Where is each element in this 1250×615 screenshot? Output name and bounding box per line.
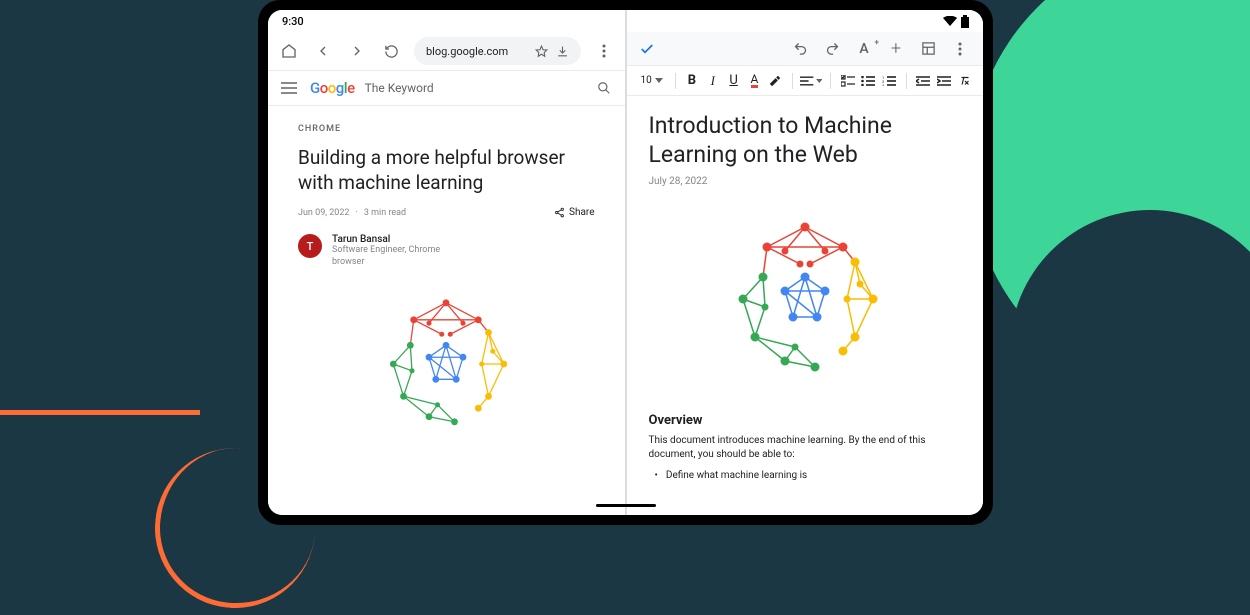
svg-text:3: 3 <box>882 83 884 86</box>
article-headline: Building a more helpful browser with mac… <box>298 146 595 195</box>
doc-bullet-1-text: Define what machine learning is <box>666 470 807 481</box>
checklist-icon[interactable] <box>839 70 856 92</box>
doc-date: July 28, 2022 <box>649 176 962 187</box>
align-icon[interactable] <box>800 70 822 92</box>
check-icon[interactable] <box>639 41 655 57</box>
more-icon[interactable] <box>593 40 615 62</box>
wifi-icon <box>943 16 957 26</box>
status-bar-right <box>627 10 984 32</box>
clear-format-icon[interactable] <box>956 70 973 92</box>
article-meta: Jun 09, 2022 · 3 min read Share <box>298 207 595 218</box>
layout-icon[interactable] <box>917 38 939 60</box>
author-row: T Tarun Bansal Software Engineer, Chrome… <box>298 234 595 268</box>
site-title: The Keyword <box>365 81 583 95</box>
chrome-pane: 9:30 blog.google.com <box>268 10 625 515</box>
google-logo: Google <box>310 79 355 97</box>
chrome-nav-bar: blog.google.com <box>268 32 625 70</box>
doc-hero-graphic <box>649 199 962 399</box>
more-icon[interactable] <box>949 38 971 60</box>
outdent-icon[interactable] <box>914 70 931 92</box>
menu-icon[interactable] <box>278 77 300 99</box>
undo-icon[interactable] <box>789 38 811 60</box>
share-button[interactable]: Share <box>554 207 594 218</box>
article-date: Jun 09, 2022 <box>298 208 349 218</box>
highlight-icon[interactable] <box>767 70 784 92</box>
avatar: T <box>298 234 322 258</box>
battery-icon <box>961 15 969 28</box>
status-time: 9:30 <box>282 15 304 28</box>
doc-title: Introduction to Machine Learning on the … <box>649 112 962 170</box>
italic-icon[interactable]: I <box>704 70 721 92</box>
article: CHROME Building a more helpful browser w… <box>268 106 625 449</box>
status-bar-left: 9:30 <box>268 10 625 32</box>
forward-icon[interactable] <box>346 40 368 62</box>
star-icon[interactable] <box>535 45 548 58</box>
tablet-frame: 9:30 blog.google.com <box>258 0 993 525</box>
doc-section-heading: Overview <box>649 413 962 428</box>
underline-icon[interactable]: U <box>725 70 742 92</box>
doc-intro-text: This document introduces machine learnin… <box>649 434 962 462</box>
share-label: Share <box>569 207 594 218</box>
docs-toolbar: 10 B I U A <box>627 66 984 96</box>
redo-icon[interactable] <box>821 38 843 60</box>
article-category: CHROME <box>298 124 595 134</box>
back-icon[interactable] <box>312 40 334 62</box>
home-icon[interactable] <box>278 40 300 62</box>
split-handle[interactable] <box>596 504 656 507</box>
tablet-screen: 9:30 blog.google.com <box>268 10 983 515</box>
article-read-time: 3 min read <box>364 208 406 218</box>
site-header-bar: Google The Keyword <box>268 70 625 106</box>
author-title: Software Engineer, Chrome browser <box>332 245 452 268</box>
reload-icon[interactable] <box>380 40 402 62</box>
insert-icon[interactable]: + <box>885 38 907 60</box>
text-color-icon[interactable]: A <box>746 70 763 92</box>
doc-bullet-1: • Define what machine learning is <box>649 470 962 481</box>
download-icon[interactable] <box>556 45 569 58</box>
doc-body[interactable]: Introduction to Machine Learning on the … <box>627 96 984 515</box>
hero-graphic <box>298 279 595 449</box>
bold-icon[interactable]: B <box>684 70 701 92</box>
font-size-selector[interactable]: 10 <box>637 75 667 86</box>
url-bar[interactable]: blog.google.com <box>414 37 581 65</box>
indent-icon[interactable] <box>935 70 952 92</box>
text-format-icon[interactable]: A+ <box>853 38 875 60</box>
author-name: Tarun Bansal <box>332 234 452 245</box>
numbered-list-icon[interactable]: 123 <box>881 70 898 92</box>
bullet-list-icon[interactable] <box>860 70 877 92</box>
search-icon[interactable] <box>593 77 615 99</box>
docs-pane: A+ + 10 B I U A <box>627 10 984 515</box>
font-size-value: 10 <box>641 75 652 86</box>
docs-top-bar: A+ + <box>627 32 984 66</box>
url-text: blog.google.com <box>426 45 527 58</box>
